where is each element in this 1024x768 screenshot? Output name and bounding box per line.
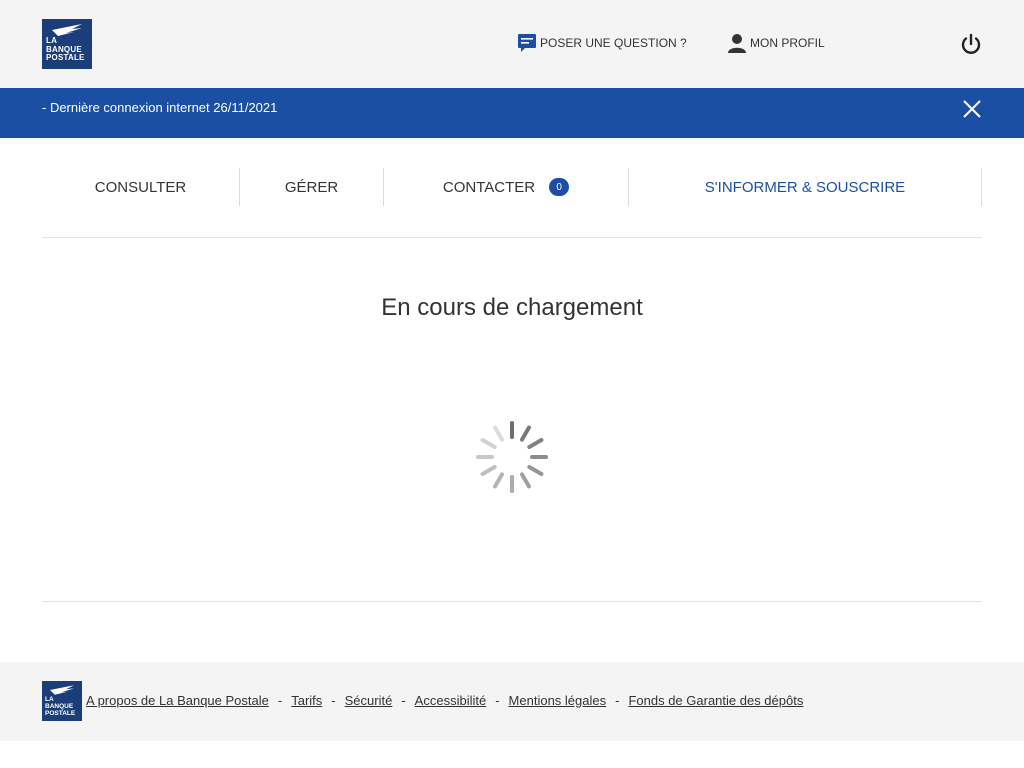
nav-item-label: CONTACTER [442, 178, 536, 196]
logo-text: LA BANQUE POSTALE [46, 36, 85, 63]
logo-line-1: LA [45, 696, 54, 703]
footer-separator: - [615, 693, 620, 708]
content-divider [42, 601, 982, 602]
footer-separator: - [495, 693, 500, 708]
spinner-spoke [527, 438, 544, 449]
footer-separator: - [401, 693, 406, 708]
logo-line-3: POSTALE [46, 53, 85, 62]
footer-logo-text: LA BANQUE POSTALE [45, 696, 75, 717]
spinner-spoke [480, 438, 497, 449]
footer-links: A propos de La Banque Postale - Tarifs -… [86, 693, 803, 708]
footer-separator: - [331, 693, 336, 708]
footer-link-tarifs[interactable]: Tarifs [291, 693, 322, 708]
footer-link-mentions-legales[interactable]: Mentions légales [509, 693, 607, 708]
profile-link[interactable]: MON PROFIL [727, 33, 825, 53]
spinner-spoke [520, 472, 531, 489]
nav-divider [42, 237, 982, 238]
logo-line-2: BANQUE [45, 703, 74, 710]
loading-spinner-icon [476, 421, 548, 493]
close-icon[interactable] [962, 99, 982, 119]
nav-item-contacter[interactable]: CONTACTER 0 [384, 168, 629, 206]
nav-item-gerer[interactable]: GÉRER [240, 168, 384, 206]
header-bar: LA BANQUE POSTALE POSER UNE QUESTION ? M… [0, 0, 1024, 88]
banque-postale-logo[interactable]: LA BANQUE POSTALE [42, 19, 92, 69]
nav-item-sinformer-souscrire[interactable]: S'INFORMER & SOUSCRIRE [629, 168, 982, 206]
footer-separator: - [277, 693, 283, 708]
nav-item-label: CONSULTER [94, 178, 187, 196]
user-icon [727, 33, 747, 53]
chat-question-icon [517, 33, 537, 53]
spinner-spoke [520, 425, 531, 442]
footer-link-accessibilite[interactable]: Accessibilité [415, 693, 487, 708]
spinner-spoke [493, 425, 504, 442]
spinner-spoke [480, 465, 497, 476]
bird-logo-icon [52, 24, 82, 36]
spinner-spoke [527, 465, 544, 476]
logo-line-3: POSTALE [45, 710, 76, 717]
main-nav: CONSULTER GÉRER CONTACTER 0 S'INFORMER &… [42, 168, 982, 206]
spinner-spoke [493, 472, 504, 489]
footer-logo[interactable]: LA BANQUE POSTALE [42, 681, 82, 721]
nav-item-label: GÉRER [284, 178, 339, 196]
footer-link-fonds-garantie[interactable]: Fonds de Garantie des dépôts [628, 693, 803, 708]
bird-logo-icon [50, 685, 74, 695]
footer-link-a-propos[interactable]: A propos de La Banque Postale [86, 693, 269, 708]
footer: LA BANQUE POSTALE A propos de La Banque … [0, 662, 1024, 741]
ask-question-label: POSER UNE QUESTION ? [540, 36, 687, 50]
loading-title: En cours de chargement [381, 294, 643, 321]
profile-label: MON PROFIL [750, 36, 825, 50]
notification-badge: 0 [549, 178, 570, 196]
nav-item-label: S'INFORMER & SOUSCRIRE [704, 178, 906, 196]
nav-item-consulter[interactable]: CONSULTER [42, 168, 240, 206]
power-icon[interactable] [959, 32, 983, 56]
last-connection-banner: - Dernière connexion internet 26/11/2021 [0, 88, 1024, 138]
ask-question-link[interactable]: POSER UNE QUESTION ? [517, 33, 687, 53]
footer-link-securite[interactable]: Sécurité [345, 693, 393, 708]
last-connection-text: - Dernière connexion internet 26/11/2021 [42, 100, 278, 115]
